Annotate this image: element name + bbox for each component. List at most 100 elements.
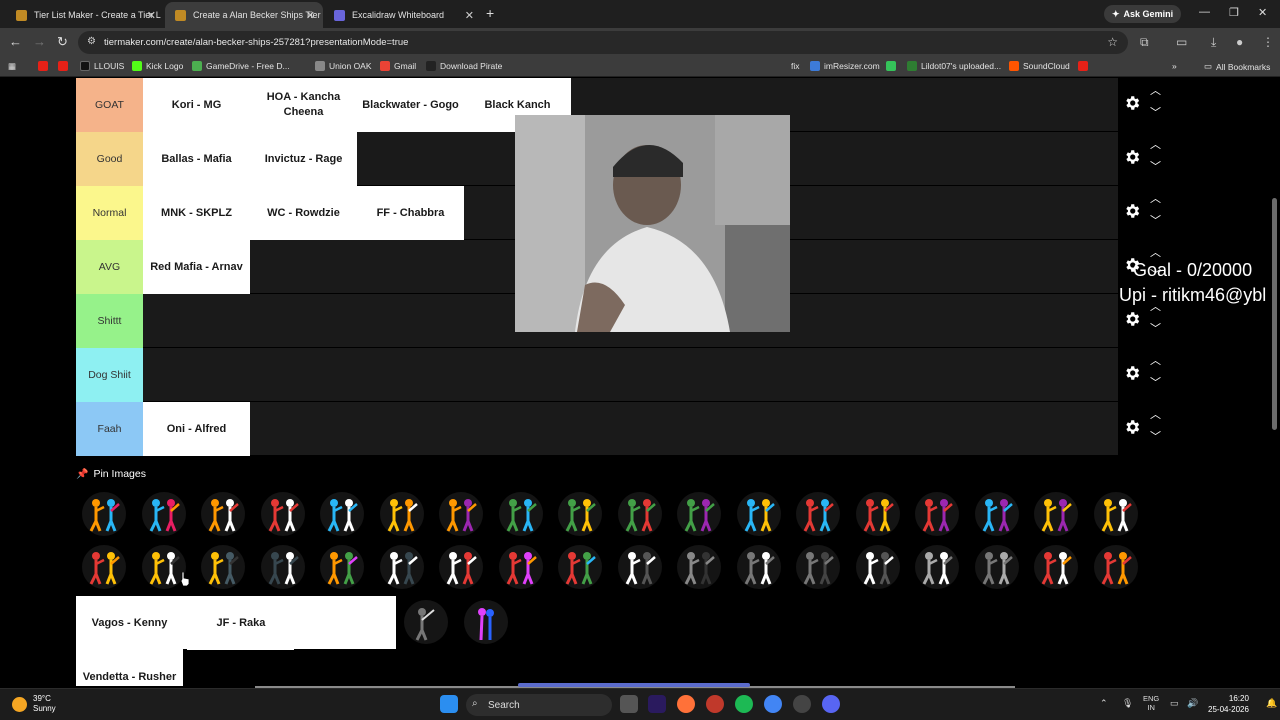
tier-label[interactable]: Good (76, 132, 143, 186)
reload-icon[interactable]: ↻ (57, 34, 68, 50)
tier-item[interactable]: HOA - Kancha Cheena (250, 78, 357, 132)
bookmark-kick-logo[interactable]: Kick Logo (132, 61, 183, 71)
firefox-icon[interactable] (677, 695, 695, 713)
new-tab-icon[interactable]: + (486, 5, 494, 21)
close-tab-icon[interactable]: ✕ (306, 9, 315, 22)
unranked-stick-figure-image[interactable] (316, 543, 368, 591)
close-window-icon[interactable]: ✕ (1258, 6, 1267, 19)
unranked-stick-figure-image[interactable] (257, 490, 309, 538)
move-up-icon[interactable]: ︿ (1150, 86, 1161, 97)
ask-gemini-button[interactable]: ✦ Ask Gemini (1104, 5, 1182, 23)
unranked-stick-figure-image[interactable] (792, 543, 844, 591)
tier-item[interactable]: Kori - MG (143, 78, 250, 132)
unranked-stick-figure-image[interactable] (733, 543, 785, 591)
tier-label[interactable]: AVG (76, 240, 143, 294)
unranked-stick-figure-image[interactable] (400, 598, 452, 646)
tier-item[interactable]: Red Mafia - Arnav (143, 240, 250, 294)
move-down-icon[interactable]: ﹀ (1150, 162, 1161, 173)
move-down-icon[interactable]: ﹀ (1150, 432, 1161, 443)
premiere-pro-icon[interactable] (648, 695, 666, 713)
tier-item[interactable]: FF - Chabbra (357, 186, 464, 240)
unranked-stick-figure-image[interactable] (614, 490, 666, 538)
bookmark-download-pirate[interactable]: Download Pirate (426, 61, 502, 71)
unranked-item[interactable]: Vendetta - Rusher (76, 650, 183, 686)
tier-item[interactable]: Invictuz - Rage (250, 132, 357, 186)
download-icon[interactable]: ⤓ (1211, 35, 1216, 50)
move-up-icon[interactable]: ︿ (1150, 356, 1161, 367)
more-bookmarks-icon[interactable]: » (1172, 61, 1177, 71)
file-explorer-icon[interactable] (620, 695, 638, 713)
tier-label[interactable]: Dog Shiit (76, 348, 143, 402)
unranked-stick-figure-image[interactable] (78, 543, 130, 591)
settings-gear-icon[interactable] (1123, 418, 1141, 436)
unranked-stick-figure-image[interactable] (911, 490, 963, 538)
bookmark-llouis[interactable]: LLOUIS (80, 61, 124, 71)
unranked-stick-figure-image[interactable] (792, 490, 844, 538)
youtube-bookmark-icon[interactable] (38, 61, 52, 71)
apps-grid-icon[interactable]: ▦ (8, 61, 16, 72)
fl-studio-icon[interactable] (706, 695, 724, 713)
bookmark-star-icon[interactable]: ☆ (1107, 35, 1118, 49)
unranked-stick-figure-image[interactable] (911, 543, 963, 591)
unranked-stick-figure-image[interactable] (495, 543, 547, 591)
unranked-stick-figure-image[interactable] (1090, 490, 1142, 538)
clock[interactable]: 16:20 25-04-2026 (1208, 693, 1249, 715)
youtube-bookmark-icon[interactable] (1078, 61, 1092, 71)
bookmark-gmail[interactable]: Gmail (380, 61, 416, 71)
move-up-icon[interactable]: ︿ (1150, 410, 1161, 421)
unranked-stick-figure-image[interactable] (316, 490, 368, 538)
unranked-stick-figure-image[interactable] (257, 543, 309, 591)
unranked-stick-figure-image[interactable] (460, 598, 512, 646)
forward-icon[interactable]: → (33, 34, 46, 49)
unranked-stick-figure-image[interactable] (197, 543, 249, 591)
tab-tier-list-maker[interactable]: Tier List Maker - Create a Tier L ✕ (6, 2, 164, 28)
unranked-stick-figure-image[interactable] (197, 490, 249, 538)
tier-item[interactable]: WC - Rowdzie (250, 186, 357, 240)
unranked-stick-figure-image[interactable] (376, 543, 428, 591)
unranked-item[interactable]: Vagos - Kenny (76, 596, 183, 650)
windows-start-icon[interactable] (440, 695, 458, 713)
settings-gear-icon[interactable] (1123, 364, 1141, 382)
move-up-icon[interactable]: ︿ (1150, 194, 1161, 205)
restore-icon[interactable]: ❐ (1229, 6, 1239, 19)
unranked-stick-figure-image[interactable] (852, 543, 904, 591)
microphone-icon[interactable]: 🎙 (1122, 698, 1133, 709)
tier-item[interactable]: Oni - Alfred (143, 402, 250, 456)
settings-gear-icon[interactable] (1123, 148, 1141, 166)
unranked-item[interactable]: JF - Raka (187, 596, 295, 650)
pin-images-toggle[interactable]: 📌 Pin Images (76, 468, 146, 480)
address-bar[interactable]: ⚙ tiermaker.com/create/alan-becker-ships… (78, 31, 1128, 54)
minimize-icon[interactable]: — (1199, 6, 1210, 18)
menu-kebab-icon[interactable]: ⋮ (1262, 35, 1274, 49)
move-down-icon[interactable]: ﹀ (1150, 378, 1161, 389)
unranked-stick-figure-image[interactable] (138, 490, 190, 538)
unranked-stick-figure-image[interactable] (376, 490, 428, 538)
cast-icon[interactable]: ▭ (1176, 35, 1187, 49)
unranked-stick-figure-image[interactable] (733, 490, 785, 538)
site-info-icon[interactable]: ⚙ (87, 36, 96, 47)
unranked-stick-figure-image[interactable] (614, 543, 666, 591)
bookmark-union-oak[interactable]: Union OAK (315, 61, 372, 71)
tier-label[interactable]: Normal (76, 186, 143, 240)
tier-item[interactable]: MNK - SKPLZ (143, 186, 250, 240)
move-down-icon[interactable]: ﹀ (1150, 324, 1161, 335)
tier-item[interactable]: Ballas - Mafia (143, 132, 250, 186)
unranked-stick-figure-image[interactable] (554, 543, 606, 591)
back-icon[interactable]: ← (9, 34, 22, 49)
tab-excalidraw[interactable]: Excalidraw Whiteboard ✕ (324, 2, 482, 28)
unranked-stick-figure-image[interactable] (673, 490, 725, 538)
unranked-stick-figure-image[interactable] (78, 490, 130, 538)
bookmark-fragment[interactable]: fix (791, 61, 800, 71)
tab-alan-becker-ships[interactable]: Create a Alan Becker Ships Tier ✕ (165, 2, 323, 28)
settings-gear-icon[interactable] (1123, 310, 1141, 328)
settings-gear-icon[interactable] (1123, 94, 1141, 112)
obs-icon[interactable] (793, 695, 811, 713)
tier-label[interactable]: Shittt (76, 294, 143, 348)
unranked-stick-figure-image[interactable] (1030, 543, 1082, 591)
bookmark-gamedrive[interactable]: GameDrive - Free D... (192, 61, 290, 71)
move-down-icon[interactable]: ﹀ (1150, 108, 1161, 119)
bookmark-green[interactable] (886, 61, 900, 71)
vertical-scrollbar[interactable] (1272, 198, 1277, 430)
close-tab-icon[interactable]: ✕ (465, 9, 474, 22)
chrome-icon[interactable] (764, 695, 782, 713)
